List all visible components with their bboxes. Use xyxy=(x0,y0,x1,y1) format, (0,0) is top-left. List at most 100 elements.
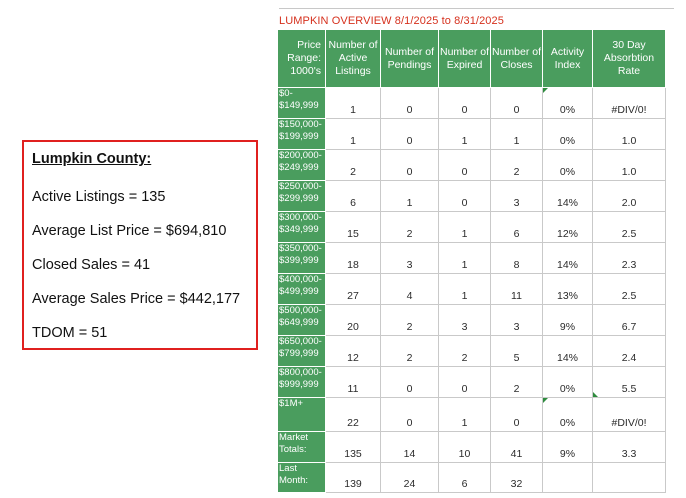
cell-activity-index: 0% xyxy=(542,149,593,181)
cell-active-listings: 11 xyxy=(325,366,381,398)
cell-pendings: 0 xyxy=(380,87,439,119)
header-absorption-rate: 30 Day Absorbtion Rate xyxy=(592,29,666,88)
table-row: $650,000- $799,999 12 2 2 5 14% 2.4 xyxy=(277,335,666,367)
cell-expired: 0 xyxy=(438,180,491,212)
table-row: Last Month: 139 24 6 32 xyxy=(277,462,666,493)
cell-active-listings: 22 xyxy=(325,397,381,432)
cell-pendings: 1 xyxy=(380,180,439,212)
cell-activity-index: 0% xyxy=(542,397,593,432)
summary-closed-sales: Closed Sales = 41 xyxy=(32,257,151,273)
cell-activity-index: 9% xyxy=(542,431,593,463)
cell-expired: 0 xyxy=(438,149,491,181)
cell-pendings: 0 xyxy=(380,397,439,432)
cell-active-listings: 1 xyxy=(325,118,381,150)
cell-pendings: 4 xyxy=(380,273,439,305)
cell-absorption-rate: 1.0 xyxy=(592,118,666,150)
cell-expired: 10 xyxy=(438,431,491,463)
cell-activity-index: 9% xyxy=(542,304,593,336)
cell-price-range: Market Totals: xyxy=(277,431,326,463)
cell-active-listings: 6 xyxy=(325,180,381,212)
cell-closes: 6 xyxy=(490,211,543,243)
cell-pendings: 0 xyxy=(380,366,439,398)
cell-price-range: $800,000- $999,999 xyxy=(277,366,326,398)
summary-average-sales-price: Average Sales Price = $442,177 xyxy=(32,291,241,307)
cell-activity-index: 0% xyxy=(542,366,593,398)
cell-activity-index: 12% xyxy=(542,211,593,243)
sheet-top-rule xyxy=(279,8,674,9)
cell-active-listings: 12 xyxy=(325,335,381,367)
cell-pendings: 2 xyxy=(380,335,439,367)
cell-active-listings: 18 xyxy=(325,242,381,274)
cell-absorption-rate: 2.4 xyxy=(592,335,666,367)
lumpkin-overview-table: Price Range: 1000's Number of Active Lis… xyxy=(277,29,666,493)
cell-expired: 0 xyxy=(438,366,491,398)
county-summary-box: Lumpkin County: Active Listings = 135 Av… xyxy=(22,140,258,350)
cell-closes: 3 xyxy=(490,304,543,336)
cell-pendings: 0 xyxy=(380,149,439,181)
cell-activity-index: 14% xyxy=(542,242,593,274)
cell-closes: 2 xyxy=(490,366,543,398)
cell-expired: 6 xyxy=(438,462,491,493)
cell-active-listings: 1 xyxy=(325,87,381,119)
cell-active-listings: 15 xyxy=(325,211,381,243)
cell-activity-index: 14% xyxy=(542,335,593,367)
cell-expired: 3 xyxy=(438,304,491,336)
cell-closes: 32 xyxy=(490,462,543,493)
cell-pendings: 3 xyxy=(380,242,439,274)
header-expired: Number of Expired xyxy=(438,29,491,88)
cell-expired: 1 xyxy=(438,242,491,274)
table-row: $400,000- $499,999 27 4 1 11 13% 2.5 xyxy=(277,273,666,305)
summary-tdom: TDOM = 51 xyxy=(32,325,108,341)
cell-absorption-rate: 2.3 xyxy=(592,242,666,274)
cell-expired: 0 xyxy=(438,87,491,119)
table-row: $150,000- $199,999 1 0 1 1 0% 1.0 xyxy=(277,118,666,150)
cell-activity-index: 13% xyxy=(542,273,593,305)
cell-absorption-rate: #DIV/0! xyxy=(592,397,666,432)
cell-pendings: 24 xyxy=(380,462,439,493)
cell-absorption-rate: 2.0 xyxy=(592,180,666,212)
cell-absorption-rate: 5.5 xyxy=(592,366,666,398)
cell-activity-index: 0% xyxy=(542,118,593,150)
table-row: $350,000- $399,999 18 3 1 8 14% 2.3 xyxy=(277,242,666,274)
cell-absorption-rate xyxy=(592,462,666,493)
cell-closes: 3 xyxy=(490,180,543,212)
cell-absorption-rate: 3.3 xyxy=(592,431,666,463)
cell-price-range: Last Month: xyxy=(277,462,326,493)
cell-price-range: $0- $149,999 xyxy=(277,87,326,119)
cell-closes: 41 xyxy=(490,431,543,463)
cell-closes: 8 xyxy=(490,242,543,274)
header-activity-index: Activity Index xyxy=(542,29,593,88)
cell-price-range: $150,000- $199,999 xyxy=(277,118,326,150)
cell-expired: 1 xyxy=(438,118,491,150)
cell-absorption-rate: 6.7 xyxy=(592,304,666,336)
cell-price-range: $1M+ xyxy=(277,397,326,432)
cell-absorption-rate: 1.0 xyxy=(592,149,666,181)
cell-price-range: $350,000- $399,999 xyxy=(277,242,326,274)
sheet-title: LUMPKIN OVERVIEW 8/1/2025 to 8/31/2025 xyxy=(279,15,504,27)
table-row: $300,000- $349,999 15 2 1 6 12% 2.5 xyxy=(277,211,666,243)
summary-title: Lumpkin County: xyxy=(32,151,152,167)
cell-activity-index xyxy=(542,462,593,493)
cell-active-listings: 20 xyxy=(325,304,381,336)
table-row: $800,000- $999,999 11 0 0 2 0% 5.5 xyxy=(277,366,666,398)
table-row: $0- $149,999 1 0 0 0 0% #DIV/0! xyxy=(277,87,666,119)
header-pendings: Number of Pendings xyxy=(380,29,439,88)
cell-price-range: $300,000- $349,999 xyxy=(277,211,326,243)
cell-price-range: $200,000- $249,999 xyxy=(277,149,326,181)
cell-absorption-rate: #DIV/0! xyxy=(592,87,666,119)
cell-active-listings: 135 xyxy=(325,431,381,463)
cell-expired: 2 xyxy=(438,335,491,367)
cell-price-range: $650,000- $799,999 xyxy=(277,335,326,367)
cell-active-listings: 27 xyxy=(325,273,381,305)
table-row: Market Totals: 135 14 10 41 9% 3.3 xyxy=(277,431,666,463)
header-active-listings: Number of Active Listings xyxy=(325,29,381,88)
cell-expired: 1 xyxy=(438,273,491,305)
cell-active-listings: 2 xyxy=(325,149,381,181)
cell-closes: 0 xyxy=(490,87,543,119)
cell-pendings: 0 xyxy=(380,118,439,150)
header-row: Price Range: 1000's Number of Active Lis… xyxy=(277,29,666,88)
table-body: $0- $149,999 1 0 0 0 0% #DIV/0! $150,000- $199,… xyxy=(277,87,666,493)
cell-pendings: 14 xyxy=(380,431,439,463)
summary-average-list-price: Average List Price = $694,810 xyxy=(32,223,227,239)
summary-active-listings: Active Listings = 135 xyxy=(32,189,166,205)
